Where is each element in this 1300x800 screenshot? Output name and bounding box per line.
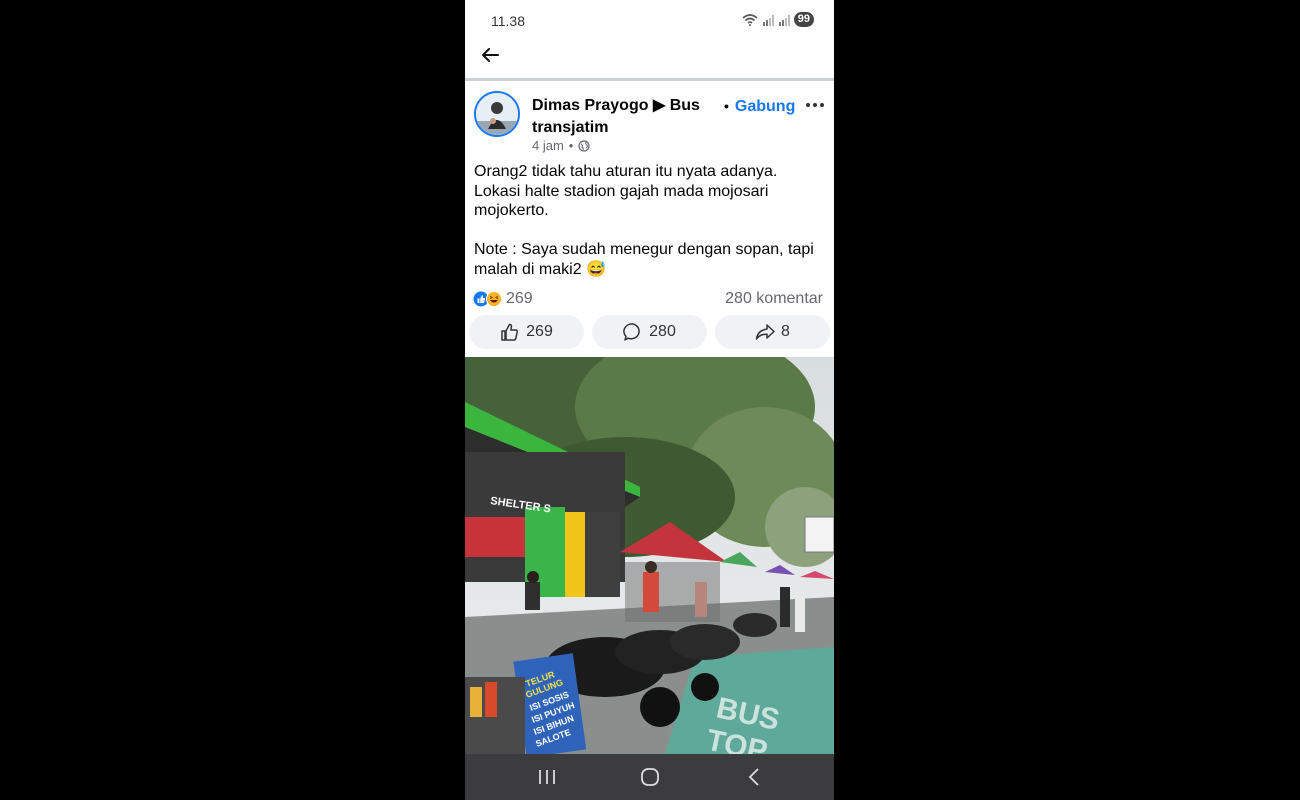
more-options-icon[interactable] bbox=[804, 95, 826, 115]
join-button[interactable]: • Gabung bbox=[724, 95, 795, 118]
post-time[interactable]: 4 jam bbox=[532, 138, 564, 153]
comment-count: 280 bbox=[649, 323, 676, 340]
share-button[interactable]: 8 bbox=[715, 315, 830, 349]
post-photo[interactable]: SHELTER S TELUR GULUNG ISI SOSIS ISI PUY… bbox=[465, 357, 834, 754]
recent-apps-icon[interactable] bbox=[535, 766, 559, 788]
comment-bubble-icon bbox=[623, 323, 640, 341]
phone-screen: 11.38 99 Dimas Prayogo ▶ Bus transjatim … bbox=[465, 0, 834, 800]
post-text: Orang2 tidak tahu aturan itu nyata adany… bbox=[474, 162, 826, 279]
status-bar: 11.38 99 bbox=[465, 0, 834, 40]
like-button[interactable]: 269 bbox=[469, 315, 584, 349]
signal-icon bbox=[762, 14, 774, 26]
wifi-icon bbox=[742, 13, 758, 26]
status-time: 11.38 bbox=[491, 13, 525, 29]
back-arrow-icon[interactable] bbox=[479, 44, 501, 66]
back-icon[interactable] bbox=[743, 766, 767, 788]
join-label[interactable]: Gabung bbox=[735, 98, 795, 115]
signal-icon-2 bbox=[778, 14, 790, 26]
android-nav-bar bbox=[465, 754, 834, 800]
post-line: Orang2 tidak tahu aturan itu nyata adany… bbox=[474, 163, 778, 180]
post-actions: 269 280 8 bbox=[469, 315, 831, 349]
home-icon[interactable] bbox=[638, 766, 662, 788]
post-line: mojokerto. bbox=[474, 202, 549, 219]
avatar-photo bbox=[476, 93, 518, 135]
reactions-summary[interactable]: 269 bbox=[473, 290, 533, 308]
post-note-line: Note : Saya sudah menegur dengan sopan, … bbox=[474, 241, 814, 258]
post-meta: 4 jam • bbox=[532, 138, 590, 153]
reaction-count: 269 bbox=[506, 290, 533, 307]
thumbs-up-icon bbox=[501, 323, 519, 341]
top-bar bbox=[465, 40, 834, 78]
share-arrow-icon bbox=[755, 324, 775, 340]
globe-icon bbox=[578, 139, 590, 152]
battery-icon: 99 bbox=[793, 12, 814, 27]
post-header: Dimas Prayogo ▶ Bus transjatim • Gabung 4… bbox=[465, 82, 834, 154]
divider bbox=[465, 78, 834, 81]
post-author-line[interactable]: Dimas Prayogo ▶ Bus transjatim bbox=[532, 95, 712, 139]
comment-button[interactable]: 280 bbox=[592, 315, 707, 349]
status-icons: 99 bbox=[742, 12, 814, 27]
post-line: Lokasi halte stadion gajah mada mojosari bbox=[474, 182, 769, 200]
like-count: 269 bbox=[526, 323, 553, 340]
avatar[interactable] bbox=[474, 91, 520, 137]
haha-reaction-icon bbox=[486, 291, 502, 307]
author-name[interactable]: Dimas Prayogo bbox=[532, 97, 648, 114]
comment-count-link[interactable]: 280 komentar bbox=[725, 290, 823, 308]
share-count: 8 bbox=[781, 323, 790, 340]
post-note-line: malah di maki2 😅 bbox=[474, 260, 606, 278]
separator-dot: • bbox=[724, 98, 729, 114]
post-photo-scene: SHELTER S TELUR GULUNG ISI SOSIS ISI PUY… bbox=[465, 357, 834, 754]
arrow-right-icon: ▶ bbox=[652, 97, 670, 114]
meta-dot: • bbox=[568, 138, 574, 153]
